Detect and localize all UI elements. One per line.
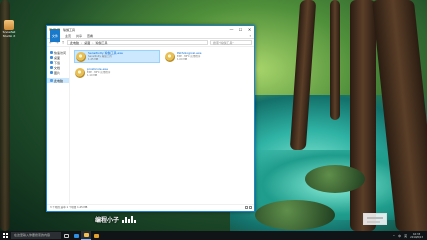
tray-expand-icon[interactable]: ^ <box>393 234 396 238</box>
language-indicator[interactable]: 英 <box>404 234 407 238</box>
windows-logo-icon <box>2 233 8 238</box>
sidebar-item-label: 文档 <box>54 65 61 70</box>
taskbar-task-view[interactable] <box>61 231 71 240</box>
clock-date: 2019/6/13 <box>410 235 423 239</box>
taskbar-search-input[interactable]: 在这里输入你要搜索的内容 <box>11 232 61 239</box>
sidebar-item-label: 图片 <box>54 70 61 75</box>
taskbar-file-explorer[interactable] <box>81 231 91 240</box>
taskbar-app[interactable] <box>91 231 101 240</box>
maximize-button[interactable]: ☐ <box>236 27 245 33</box>
navigation-pane: 快速访问 桌面 下载 文档 图片 此电脑 <box>47 47 70 204</box>
pc-icon <box>50 79 53 82</box>
app-icon <box>4 20 14 30</box>
star-icon <box>50 51 53 54</box>
wallpaper-rock <box>255 200 335 230</box>
system-tray: ^ 中 英 16:33 2019/6/13 <box>393 233 427 239</box>
minimize-button[interactable]: — <box>227 27 236 33</box>
file-size: 1.45 MB <box>88 58 99 62</box>
exe-icon <box>75 67 85 78</box>
wallpaper-tree <box>330 0 340 120</box>
desktop-icon <box>50 56 53 59</box>
window-title: 瑜伽工具 <box>63 27 76 32</box>
notification-popup[interactable] <box>363 213 387 225</box>
start-button[interactable] <box>0 231 10 240</box>
back-icon[interactable]: ← <box>49 40 53 45</box>
waveform-icon <box>122 216 137 223</box>
tab-share[interactable]: 共享 <box>76 34 82 38</box>
taskbar-edge[interactable] <box>71 231 81 240</box>
video-watermark: 编程小子 <box>95 215 137 224</box>
sidebar-item-label: 下载 <box>54 60 61 65</box>
document-icon <box>50 66 53 69</box>
tab-home[interactable]: 主页 <box>65 34 71 38</box>
watermark-text: 编程小子 <box>95 217 120 224</box>
chevron-right-icon: › <box>92 40 94 45</box>
sidebar-item-label: 此电脑 <box>54 78 64 83</box>
ime-indicator[interactable]: 中 <box>398 234 401 238</box>
sidebar-item-label: 快速访问 <box>54 50 67 55</box>
breadcrumb-item[interactable]: 此电脑 <box>70 41 79 45</box>
up-icon[interactable]: ↑ <box>61 40 65 45</box>
chevron-right-icon: › <box>81 40 83 45</box>
navigation-bar: ← → ↑ 此电脑 › 桌面 › 瑜伽工具 搜索"瑜伽工具" <box>47 39 254 47</box>
desktop-shortcut[interactable]: Snowfall Studio X <box>2 20 16 38</box>
sidebar-item-this-pc[interactable]: 此电脑 <box>47 78 69 83</box>
taskbar: 在这里输入你要搜索的内容 ^ 中 英 16:33 2019/6/13 <box>0 231 427 240</box>
file-explorer-window[interactable]: 瑜伽工具 — ☐ ✕ 文件 主页 共享 查看 ? ← → ↑ 此电脑 › 桌面 … <box>46 25 255 212</box>
file-item[interactable]: Pathological.exe EXE · MFC 应用程序 1.00 MB <box>164 50 250 63</box>
tab-view[interactable]: 查看 <box>87 34 93 38</box>
large-icons-view-icon[interactable] <box>249 205 252 209</box>
download-icon <box>50 61 53 64</box>
breadcrumb-item[interactable]: 桌面 <box>84 41 90 45</box>
exe-icon <box>76 51 86 62</box>
wallpaper-tree <box>350 0 376 231</box>
desktop-shortcut-label: Snowfall Studio X <box>2 30 16 38</box>
picture-icon <box>50 71 53 74</box>
forward-icon[interactable]: → <box>55 40 59 45</box>
clock[interactable]: 16:33 2019/6/13 <box>410 233 423 239</box>
title-bar[interactable]: 瑜伽工具 — ☐ ✕ <box>47 26 254 33</box>
file-size: 1.00 MB <box>177 58 188 62</box>
file-list: Sensitivity 瑜伽工具.exe Sensitivity 瑜伽工具 1.… <box>70 47 254 204</box>
file-size: 1.10 MB <box>87 74 98 78</box>
breadcrumb-item[interactable]: 瑜伽工具 <box>95 41 107 45</box>
exe-icon <box>165 51 175 62</box>
details-view-icon[interactable] <box>245 205 248 209</box>
file-item[interactable]: prosticole.exe EXE · MFC 应用程序 1.10 MB <box>74 66 160 79</box>
close-button[interactable]: ✕ <box>245 27 254 33</box>
address-bar[interactable]: 此电脑 › 桌面 › 瑜伽工具 <box>67 40 208 45</box>
status-text: 3 个项目 选中 1 个项目 1.45 MB <box>50 206 88 209</box>
sidebar-item-label: 桌面 <box>54 55 61 60</box>
help-button[interactable]: ? <box>249 34 251 38</box>
search-input[interactable]: 搜索"瑜伽工具" <box>210 40 252 45</box>
status-bar: 3 个项目 选中 1 个项目 1.45 MB <box>47 204 254 209</box>
file-item[interactable]: Sensitivity 瑜伽工具.exe Sensitivity 瑜伽工具 1.… <box>74 50 160 63</box>
wallpaper-rock <box>305 165 365 193</box>
